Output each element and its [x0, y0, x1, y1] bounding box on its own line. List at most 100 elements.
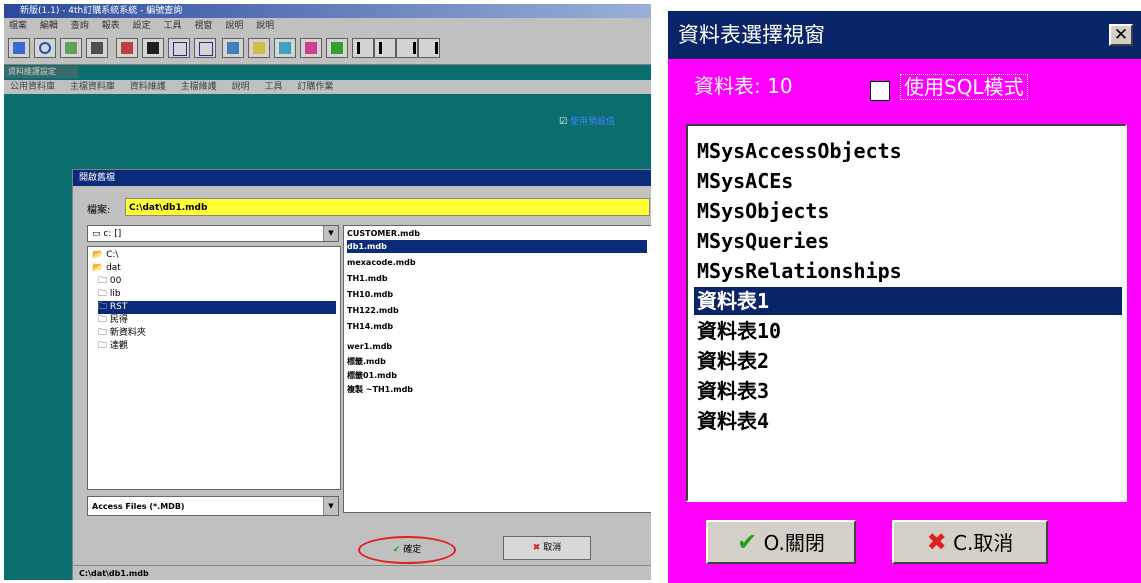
directory-label: 達觀: [109, 341, 128, 351]
checkmark-icon: ✔: [392, 545, 401, 555]
first-record-icon: [357, 42, 372, 54]
cancel-button-label: C.取消: [953, 531, 1014, 555]
toolbar-button-open[interactable]: [8, 38, 30, 58]
cancel-button[interactable]: ✖ C.取消: [892, 520, 1048, 564]
toolbar-button-window[interactable]: [168, 38, 190, 58]
x-icon: ✖: [532, 543, 541, 553]
submenu-item[interactable]: 說明: [232, 82, 250, 92]
submenu-item[interactable]: 訂購作業: [297, 82, 333, 92]
menu-item[interactable]: 報表: [102, 21, 120, 31]
file-item[interactable]: TH1.mdb: [347, 272, 647, 285]
filename-input[interactable]: C:\dat\db1.mdb: [125, 198, 650, 216]
toolbar-button-table[interactable]: [86, 38, 108, 58]
menu-item[interactable]: 檔案: [9, 21, 27, 31]
toolbar-button-print[interactable]: [248, 38, 270, 58]
close-button-label: O.關閉: [763, 531, 825, 555]
file-item[interactable]: 複製 ~TH1.mdb: [347, 383, 647, 396]
toolbar-button-last[interactable]: [418, 38, 440, 58]
toolbar-button-preview[interactable]: [274, 38, 296, 58]
submenu-item[interactable]: 主檔維護: [181, 82, 217, 92]
menu-item[interactable]: 查詢: [71, 21, 89, 31]
drive-select[interactable]: ▭ c: [] ▼: [87, 225, 339, 242]
directory-list[interactable]: 📂 C:\ 📂 dat 🗀 00 🗀 lib 🗀 RST 🗀 民得 🗀 新資料夾…: [87, 246, 341, 490]
chevron-down-icon[interactable]: ▼: [323, 226, 338, 241]
submenu-item[interactable]: 主檔資料庫: [70, 82, 115, 92]
toolbar-button-exit[interactable]: [326, 38, 348, 58]
file-item[interactable]: TH14.mdb: [347, 320, 647, 333]
file-item[interactable]: TH122.mdb: [347, 304, 647, 317]
directory-item[interactable]: 🗀 新資料夾: [98, 327, 336, 340]
directory-item[interactable]: 🗀 民得: [98, 314, 336, 327]
submenu-item[interactable]: 公用資料庫: [10, 82, 55, 92]
folder-icon: [13, 42, 25, 54]
list-item[interactable]: 資料表10: [694, 317, 1122, 345]
file-item[interactable]: 標籤.mdb: [347, 355, 647, 368]
list-item[interactable]: 資料表4: [694, 407, 1122, 435]
toolbar-button-edit[interactable]: [60, 38, 82, 58]
toolbar-button-next[interactable]: [396, 38, 418, 58]
search-icon: [39, 42, 51, 54]
directory-item[interactable]: 🗀 達觀: [98, 340, 336, 353]
sql-mode-label[interactable]: 使用SQL模式: [900, 74, 1028, 100]
directory-item[interactable]: 🗀 RST: [98, 301, 336, 314]
file-item[interactable]: wer1.mdb: [347, 340, 647, 353]
next-record-icon: [401, 42, 416, 54]
toolbar-button-split[interactable]: [194, 38, 216, 58]
toolbar-button-first[interactable]: [352, 38, 374, 58]
directory-label: C:\: [106, 250, 119, 260]
menu-item[interactable]: 設定: [133, 21, 151, 31]
file-item[interactable]: db1.mdb: [347, 240, 647, 253]
submenu-item[interactable]: 工具: [264, 82, 282, 92]
menu-item[interactable]: 說明: [225, 21, 243, 31]
toolbar-button-prev[interactable]: [374, 38, 396, 58]
list-item[interactable]: MSysAccessObjects: [694, 137, 1122, 165]
list-item[interactable]: 資料表2: [694, 347, 1122, 375]
menu-item[interactable]: 編輯: [40, 21, 58, 31]
report-icon: [121, 42, 133, 54]
pencil-icon: [65, 42, 77, 54]
last-record-icon: [423, 42, 438, 54]
file-item[interactable]: mexacode.mdb: [347, 256, 647, 269]
file-list[interactable]: CUSTOMER.mdb db1.mdb mexacode.mdb TH1.md…: [343, 225, 651, 513]
cancel-button[interactable]: ✖ 取消: [503, 536, 591, 560]
prev-record-icon: [379, 42, 394, 54]
file-item[interactable]: CUSTOMER.mdb: [347, 227, 647, 240]
directory-item[interactable]: 📂 dat: [92, 262, 336, 275]
chevron-down-icon[interactable]: ▼: [323, 497, 338, 515]
toolbar-button-chart[interactable]: [300, 38, 322, 58]
filetype-select[interactable]: Access Files (*.MDB) ▼: [87, 496, 339, 516]
toolbar-button-search[interactable]: [34, 38, 56, 58]
chart-icon: [305, 42, 317, 54]
directory-item[interactable]: 🗀 00: [98, 275, 336, 288]
file-item[interactable]: TH10.mdb: [347, 288, 647, 301]
file-item[interactable]: 標籤01.mdb: [347, 369, 647, 382]
app-title-bar: 新版(1.1) - 4th訂購系統系統 - 編號查詢: [4, 4, 651, 18]
toolbar-button-user[interactable]: [222, 38, 244, 58]
close-button[interactable]: ✔ O.關閉: [706, 520, 856, 564]
toolbar-button-form[interactable]: [142, 38, 164, 58]
corner-checkbox[interactable]: ☑ 使用預設值: [559, 114, 615, 127]
toolbar-button-report[interactable]: [116, 38, 138, 58]
list-item[interactable]: MSysRelationships: [694, 257, 1122, 285]
menu-item[interactable]: 工具: [163, 21, 181, 31]
app-menu-bar: 檔案 編輯 查詢 報表 設定 工具 視窗 說明 說明: [4, 18, 651, 34]
sql-mode-checkbox[interactable]: [870, 81, 890, 101]
list-item[interactable]: 資料表1: [694, 287, 1122, 315]
directory-item[interactable]: 🗀 lib: [98, 288, 336, 301]
submenu-item[interactable]: 資料維護: [130, 82, 166, 92]
list-item[interactable]: MSysObjects: [694, 197, 1122, 225]
list-item[interactable]: 資料表3: [694, 377, 1122, 405]
menu-item[interactable]: 視窗: [194, 21, 212, 31]
list-item[interactable]: MSysACEs: [694, 167, 1122, 195]
app-toolbar: [4, 34, 651, 65]
ok-button[interactable]: ✔ 確定: [358, 536, 456, 564]
left-app-window: 新版(1.1) - 4th訂購系統系統 - 編號查詢 檔案 編輯 查詢 報表 設…: [4, 4, 651, 580]
close-icon[interactable]: ✕: [1109, 24, 1133, 46]
list-item[interactable]: MSysQueries: [694, 227, 1122, 255]
drive-value: c: []: [103, 229, 122, 239]
table-list[interactable]: MSysAccessObjects MSysACEs MSysObjects M…: [686, 124, 1127, 502]
menu-item[interactable]: 說明: [256, 21, 274, 31]
subpanel-title: 資料維護設定: [4, 66, 78, 78]
drive-icon: ▭: [92, 229, 104, 239]
directory-item[interactable]: 📂 C:\: [92, 249, 336, 262]
